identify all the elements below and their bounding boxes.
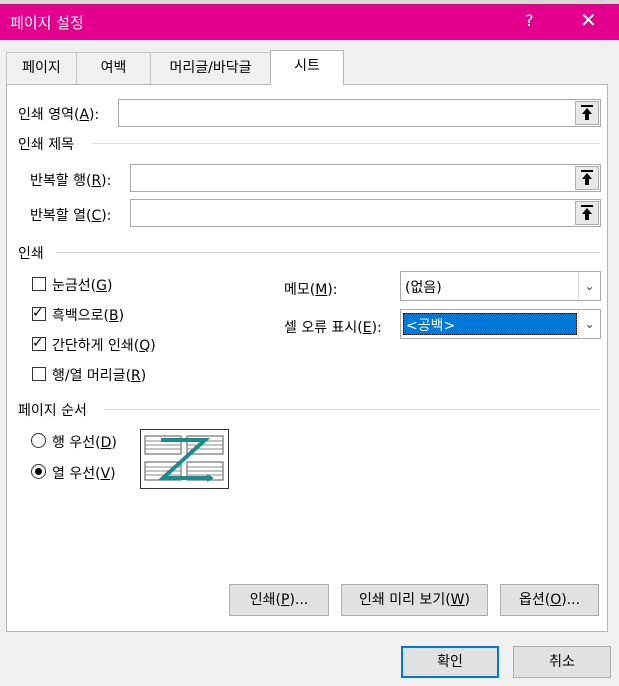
- print-area-pick-button[interactable]: [575, 101, 599, 125]
- repeat-cols-label: 반복할 열(C):: [30, 208, 112, 224]
- over-then-down-label: 열 우선(V): [52, 466, 116, 482]
- down-then-over-radio[interactable]: [31, 433, 46, 448]
- draft-quality-checkbox[interactable]: ✓: [32, 335, 46, 351]
- page-order-preview-icon: [144, 435, 224, 482]
- chevron-down-icon[interactable]: ⌄: [578, 272, 600, 300]
- page-order-section: 페이지 순서: [18, 403, 87, 419]
- tab-page[interactable]: 페이지: [6, 52, 77, 84]
- title-bar: 페이지 설정 ? ✕: [0, 4, 619, 40]
- ok-button[interactable]: 확인: [401, 646, 499, 678]
- selected-value-highlight: <공백>: [403, 313, 577, 335]
- print-button[interactable]: 인쇄(P)...: [229, 584, 329, 616]
- print-titles-section: 인쇄 제목: [18, 137, 74, 153]
- checkmark-icon: ✓: [32, 335, 44, 351]
- over-then-down-radio[interactable]: [31, 464, 46, 479]
- print-section: 인쇄: [18, 246, 44, 262]
- gridlines-checkbox[interactable]: [32, 277, 46, 291]
- window-title: 페이지 설정: [10, 14, 84, 32]
- black-white-label: 흑백으로(B): [52, 308, 125, 324]
- black-white-checkbox[interactable]: ✓: [32, 305, 46, 321]
- repeat-rows-input[interactable]: [130, 164, 601, 192]
- tab-bar: 페이지 여백 머리글/바닥글 시트: [0, 40, 619, 85]
- draft-quality-label: 간단하게 인쇄(Q): [52, 338, 156, 354]
- print-area-input[interactable]: [118, 99, 601, 127]
- repeat-rows-label: 반복할 행(R):: [30, 173, 112, 189]
- headings-checkbox[interactable]: [32, 367, 46, 381]
- print-area-label: 인쇄 영역(A):: [18, 107, 100, 123]
- options-button[interactable]: 옵션(O)...: [500, 584, 599, 616]
- repeat-cols-input[interactable]: [130, 199, 601, 227]
- comments-label: 메모(M):: [284, 282, 338, 298]
- repeat-rows-pick-button[interactable]: [575, 166, 599, 190]
- repeat-cols-pick-button[interactable]: [575, 201, 599, 225]
- tab-header-footer[interactable]: 머리글/바닥글: [150, 52, 271, 84]
- chevron-down-icon[interactable]: ⌄: [578, 310, 600, 338]
- close-button[interactable]: ✕: [580, 8, 597, 32]
- separator: [92, 143, 600, 144]
- tab-margins[interactable]: 여백: [76, 52, 151, 84]
- tab-sheet[interactable]: 시트: [270, 50, 344, 85]
- separator: [56, 252, 600, 253]
- collapse-dialog-icon: [581, 205, 593, 220]
- cell-errors-label: 셀 오류 표시(E):: [284, 320, 382, 336]
- cell-errors-select[interactable]: <공백> ⌄: [400, 309, 601, 339]
- gridlines-label: 눈금선(G): [52, 278, 113, 294]
- collapse-dialog-icon: [581, 105, 593, 120]
- print-preview-button[interactable]: 인쇄 미리 보기(W): [341, 584, 488, 616]
- headings-label: 행/열 머리글(R): [52, 368, 147, 384]
- comments-select[interactable]: (없음) ⌄: [400, 271, 601, 301]
- help-button[interactable]: ?: [525, 11, 534, 30]
- separator: [104, 409, 600, 410]
- down-then-over-label: 행 우선(D): [52, 435, 117, 451]
- cancel-button[interactable]: 취소: [513, 646, 611, 678]
- checkmark-icon: ✓: [32, 305, 44, 321]
- page-order-preview: [140, 429, 229, 489]
- collapse-dialog-icon: [581, 170, 593, 185]
